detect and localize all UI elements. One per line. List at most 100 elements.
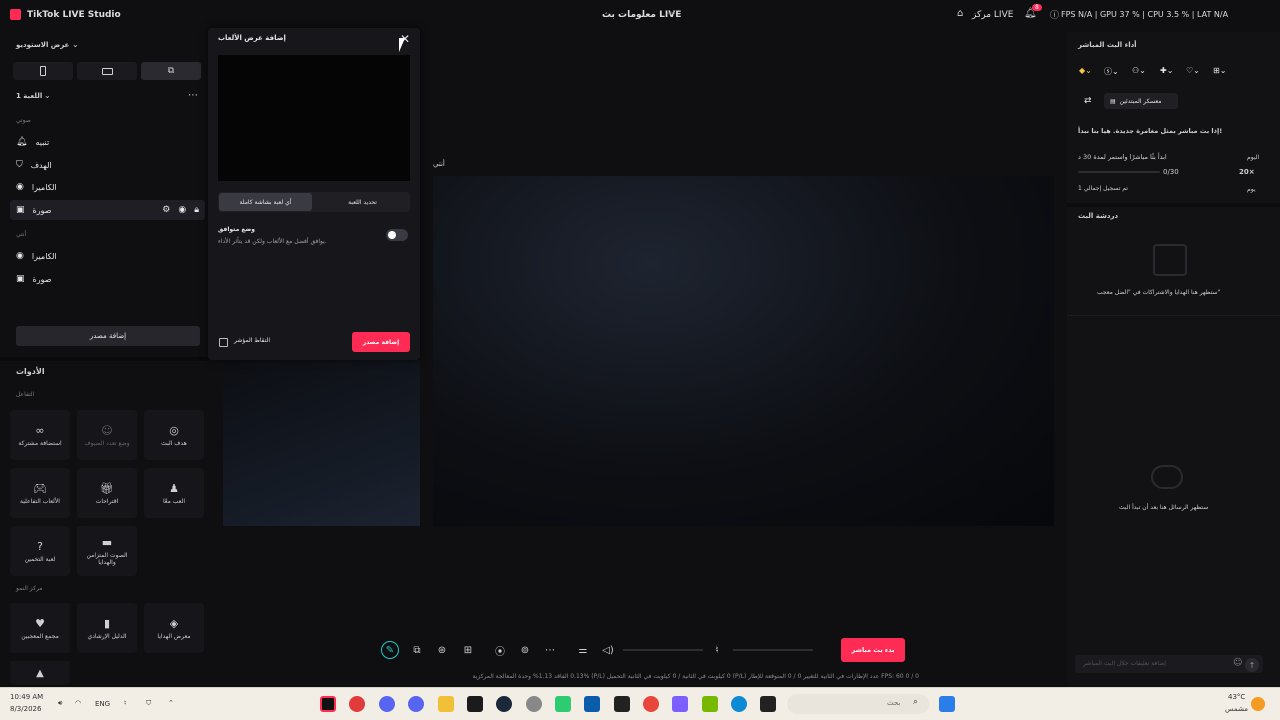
select-game-tab[interactable]: تحديد اللعبة xyxy=(316,193,409,211)
chrome-icon[interactable] xyxy=(643,696,659,712)
studio-view-dropdown[interactable]: عرض الاستوديو xyxy=(16,41,69,49)
dual-layout-tab[interactable]: ⧉ xyxy=(141,62,201,80)
settings-icon[interactable] xyxy=(526,696,542,712)
go-live-button[interactable]: بدء بث مباشر xyxy=(841,638,905,662)
eye-icon[interactable]: ◉ xyxy=(178,205,186,215)
guide-tool[interactable]: ▮ الدليل الإرشادي xyxy=(77,603,137,653)
app-taskbar-icon[interactable] xyxy=(614,696,630,712)
diamond-icon[interactable]: ◆⌄ xyxy=(1079,66,1092,75)
weather-temp[interactable]: 43°C xyxy=(1228,693,1245,701)
magic-icon[interactable]: ✎ xyxy=(381,641,399,659)
mixer-icon[interactable]: ⚌ xyxy=(576,643,590,657)
app-taskbar-icon[interactable] xyxy=(349,696,365,712)
gift-gallery-tool[interactable]: ◈ معرض الهدايا xyxy=(144,603,204,653)
source-row[interactable]: ◉ الكاميرا xyxy=(10,246,205,266)
camera-icon: ◉ xyxy=(16,182,24,192)
source-row[interactable]: 🔔︎ تنبيه xyxy=(10,132,205,152)
app-taskbar-icon[interactable] xyxy=(672,696,688,712)
language-indicator[interactable]: ENG xyxy=(95,700,110,708)
chevron-up-icon[interactable]: ⌃ xyxy=(168,699,174,707)
speaker-tray-icon[interactable]: 🔊︎ xyxy=(58,699,62,708)
compat-mode-toggle[interactable] xyxy=(386,229,408,241)
edge-icon[interactable] xyxy=(731,696,747,712)
source-row[interactable]: ⛉ الهدف xyxy=(10,155,205,175)
app-taskbar-icon[interactable] xyxy=(584,696,600,712)
title-bar: TikTok LIVE Studio معلومات بث LIVE ⇨ ⌂ م… xyxy=(0,0,1280,32)
beginner-camp-button[interactable]: ▤ معسكر المبتدئين xyxy=(1104,93,1178,109)
source-row[interactable]: ▣ صورة xyxy=(10,269,205,289)
landscape-preview[interactable] xyxy=(433,176,1054,526)
speaker-icon[interactable]: ◁) xyxy=(601,643,615,657)
coin-icon[interactable]: ⓢ⌄ xyxy=(1104,66,1119,77)
heart-icon[interactable]: ♡⌄ xyxy=(1186,66,1200,75)
gift-icon[interactable]: ⊞⌄ xyxy=(1213,66,1226,75)
send-icon[interactable]: ↑ xyxy=(1245,658,1259,672)
swap-icon[interactable]: ⇄ xyxy=(1084,96,1092,106)
capture-cursor-checkbox[interactable] xyxy=(219,338,228,347)
ai-icon[interactable]: ⊛ xyxy=(435,643,449,657)
share-icon[interactable]: ⇨ xyxy=(668,9,676,19)
guessing-game-tool[interactable]: ? لعبة التخمين xyxy=(10,526,70,576)
fullscreen-game-tab[interactable]: أي لعبة بشاشة كاملة xyxy=(219,193,312,211)
fan-club-tool[interactable]: ♥ مجمع المعجبين xyxy=(10,603,70,653)
app-taskbar-icon[interactable] xyxy=(760,696,776,712)
screen-capture-icon[interactable]: ⧉ xyxy=(410,643,424,657)
more-tool[interactable]: ▲ xyxy=(10,661,70,685)
record-icon[interactable]: ⦿ xyxy=(493,643,507,658)
voice-gift-icon: ▬ xyxy=(101,536,113,549)
taskbar-search[interactable]: بحث ⌕ xyxy=(787,694,929,714)
weather-desc[interactable]: مشمس xyxy=(1225,705,1248,713)
discord-taskbar-icon-2[interactable] xyxy=(408,696,424,712)
play-together-tool[interactable]: ♟ العب معًا xyxy=(144,468,204,518)
camera-settings-icon[interactable]: ⊚ xyxy=(518,643,532,657)
followers-icon[interactable]: ✚⌄ xyxy=(1160,66,1173,75)
emoji-icon[interactable]: ☺ xyxy=(1233,658,1242,668)
interactive-games-tool[interactable]: 🎮︎ الألعاب التفاعلية xyxy=(10,468,70,518)
landscape-layout-tab[interactable] xyxy=(77,62,137,80)
clock-time[interactable]: 10:49 AM xyxy=(10,693,43,701)
source-row[interactable]: ◉ الكاميرا xyxy=(10,177,205,197)
wifi-icon[interactable]: ◠ xyxy=(75,699,81,707)
sun-icon[interactable] xyxy=(1251,697,1265,711)
app-taskbar-icon[interactable] xyxy=(555,696,571,712)
voice-gift-tool[interactable]: ▬ الصوت المتزامن والهدايا xyxy=(77,526,137,576)
settings-icon[interactable]: ⚙ xyxy=(162,205,170,215)
portrait-preview[interactable] xyxy=(223,360,420,526)
nvidia-icon[interactable] xyxy=(702,696,718,712)
app-taskbar-icon[interactable] xyxy=(467,696,483,712)
comment-input[interactable]: إضافة تعليقات خلال البث المباشر ☺ xyxy=(1075,655,1263,673)
more-icon[interactable]: ⋯ xyxy=(188,90,198,101)
viewers-icon[interactable]: ⚇⌄ xyxy=(1132,66,1146,75)
help-icon[interactable]: ⓘ xyxy=(1050,8,1059,21)
live-center-link[interactable]: مركز LIVE xyxy=(972,10,1013,20)
home-icon[interactable]: ⌂ xyxy=(957,8,963,19)
add-source-submit-button[interactable]: إضافة مصدر xyxy=(352,332,410,352)
discord-taskbar-icon[interactable] xyxy=(379,696,395,712)
more-icon[interactable]: ⋯ xyxy=(543,643,557,657)
folder-icon[interactable] xyxy=(438,696,454,712)
live-goal-tool[interactable]: ◎ هدف البث xyxy=(144,410,204,460)
speaker-volume-slider[interactable] xyxy=(623,649,703,651)
bell-icon: 🔔︎ xyxy=(16,137,28,147)
mic-icon[interactable]: ♮ xyxy=(710,643,724,657)
chevron-down-icon[interactable]: ⌄ xyxy=(72,40,79,49)
portrait-layout-tab[interactable] xyxy=(13,62,73,80)
clock-date[interactable]: 8/3/2026 xyxy=(10,705,41,713)
performance-title: أداء البث المباشر xyxy=(1078,41,1137,49)
tiktok-taskbar-icon[interactable] xyxy=(320,696,336,712)
target-icon: ◎ xyxy=(169,423,179,437)
mic-volume-slider[interactable] xyxy=(733,649,813,651)
chevron-down-icon[interactable]: ⌄ xyxy=(44,91,51,100)
multi-guest-tool[interactable]: ☺ وضع تعدد الضيوف xyxy=(77,410,137,460)
mic-tray-icon[interactable]: ♮ xyxy=(124,699,127,707)
suggestions-tool[interactable]: 🎁︎ اقتراحات xyxy=(77,468,137,518)
add-screen-icon[interactable]: ⊞ xyxy=(461,643,475,657)
source-row-selected[interactable]: ▣ صورة ⚙ ◉ 🔒︎ xyxy=(10,200,205,220)
co-host-tool[interactable]: ∞ استضافة مشتركة xyxy=(10,410,70,460)
steam-icon[interactable] xyxy=(496,696,512,712)
lock-icon[interactable]: 🔒︎ xyxy=(194,205,199,215)
scene-dropdown[interactable]: اللعبة 1 xyxy=(16,92,42,100)
add-source-button[interactable]: إضافة مصدر xyxy=(16,326,200,346)
windows-start-icon[interactable] xyxy=(939,696,955,712)
shield-tray-icon[interactable]: ⛉ xyxy=(146,699,151,708)
